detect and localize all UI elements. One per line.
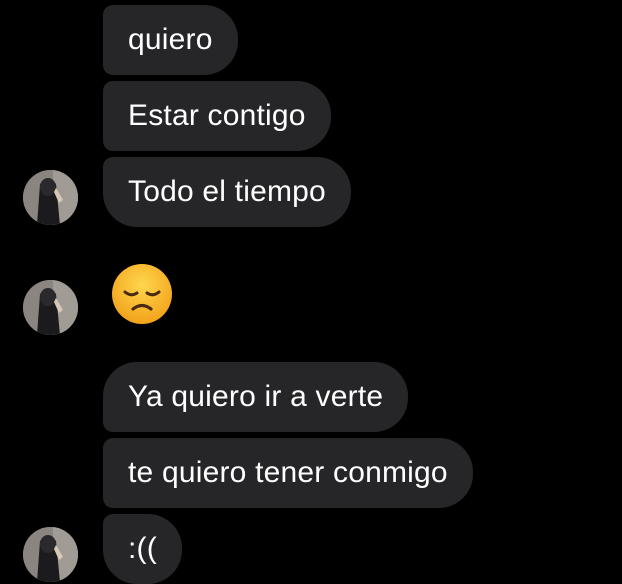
message-text: Estar contigo (128, 99, 306, 132)
message-text: Ya quiero ir a verte (128, 380, 384, 413)
avatar-photo-icon (23, 280, 78, 335)
message-bubble[interactable]: Estar contigo (103, 81, 331, 151)
message-bubble[interactable]: :(( (103, 514, 182, 584)
avatar-photo-icon (23, 170, 78, 225)
message-text: :(( (128, 532, 157, 565)
sender-avatar[interactable] (23, 527, 78, 582)
emoji-message[interactable] (110, 262, 174, 326)
message-bubble[interactable]: Todo el tiempo (103, 157, 351, 227)
avatar-photo-icon (23, 527, 78, 582)
message-bubble[interactable]: quiero (103, 5, 238, 75)
disappointed-face-icon (112, 264, 172, 324)
message-text: Todo el tiempo (128, 175, 326, 208)
sender-avatar[interactable] (23, 170, 78, 225)
message-text: quiero (128, 23, 213, 56)
sender-avatar[interactable] (23, 280, 78, 335)
message-bubble[interactable]: Ya quiero ir a verte (103, 362, 409, 432)
message-text: te quiero tener conmigo (128, 456, 448, 489)
message-bubble[interactable]: te quiero tener conmigo (103, 438, 473, 508)
